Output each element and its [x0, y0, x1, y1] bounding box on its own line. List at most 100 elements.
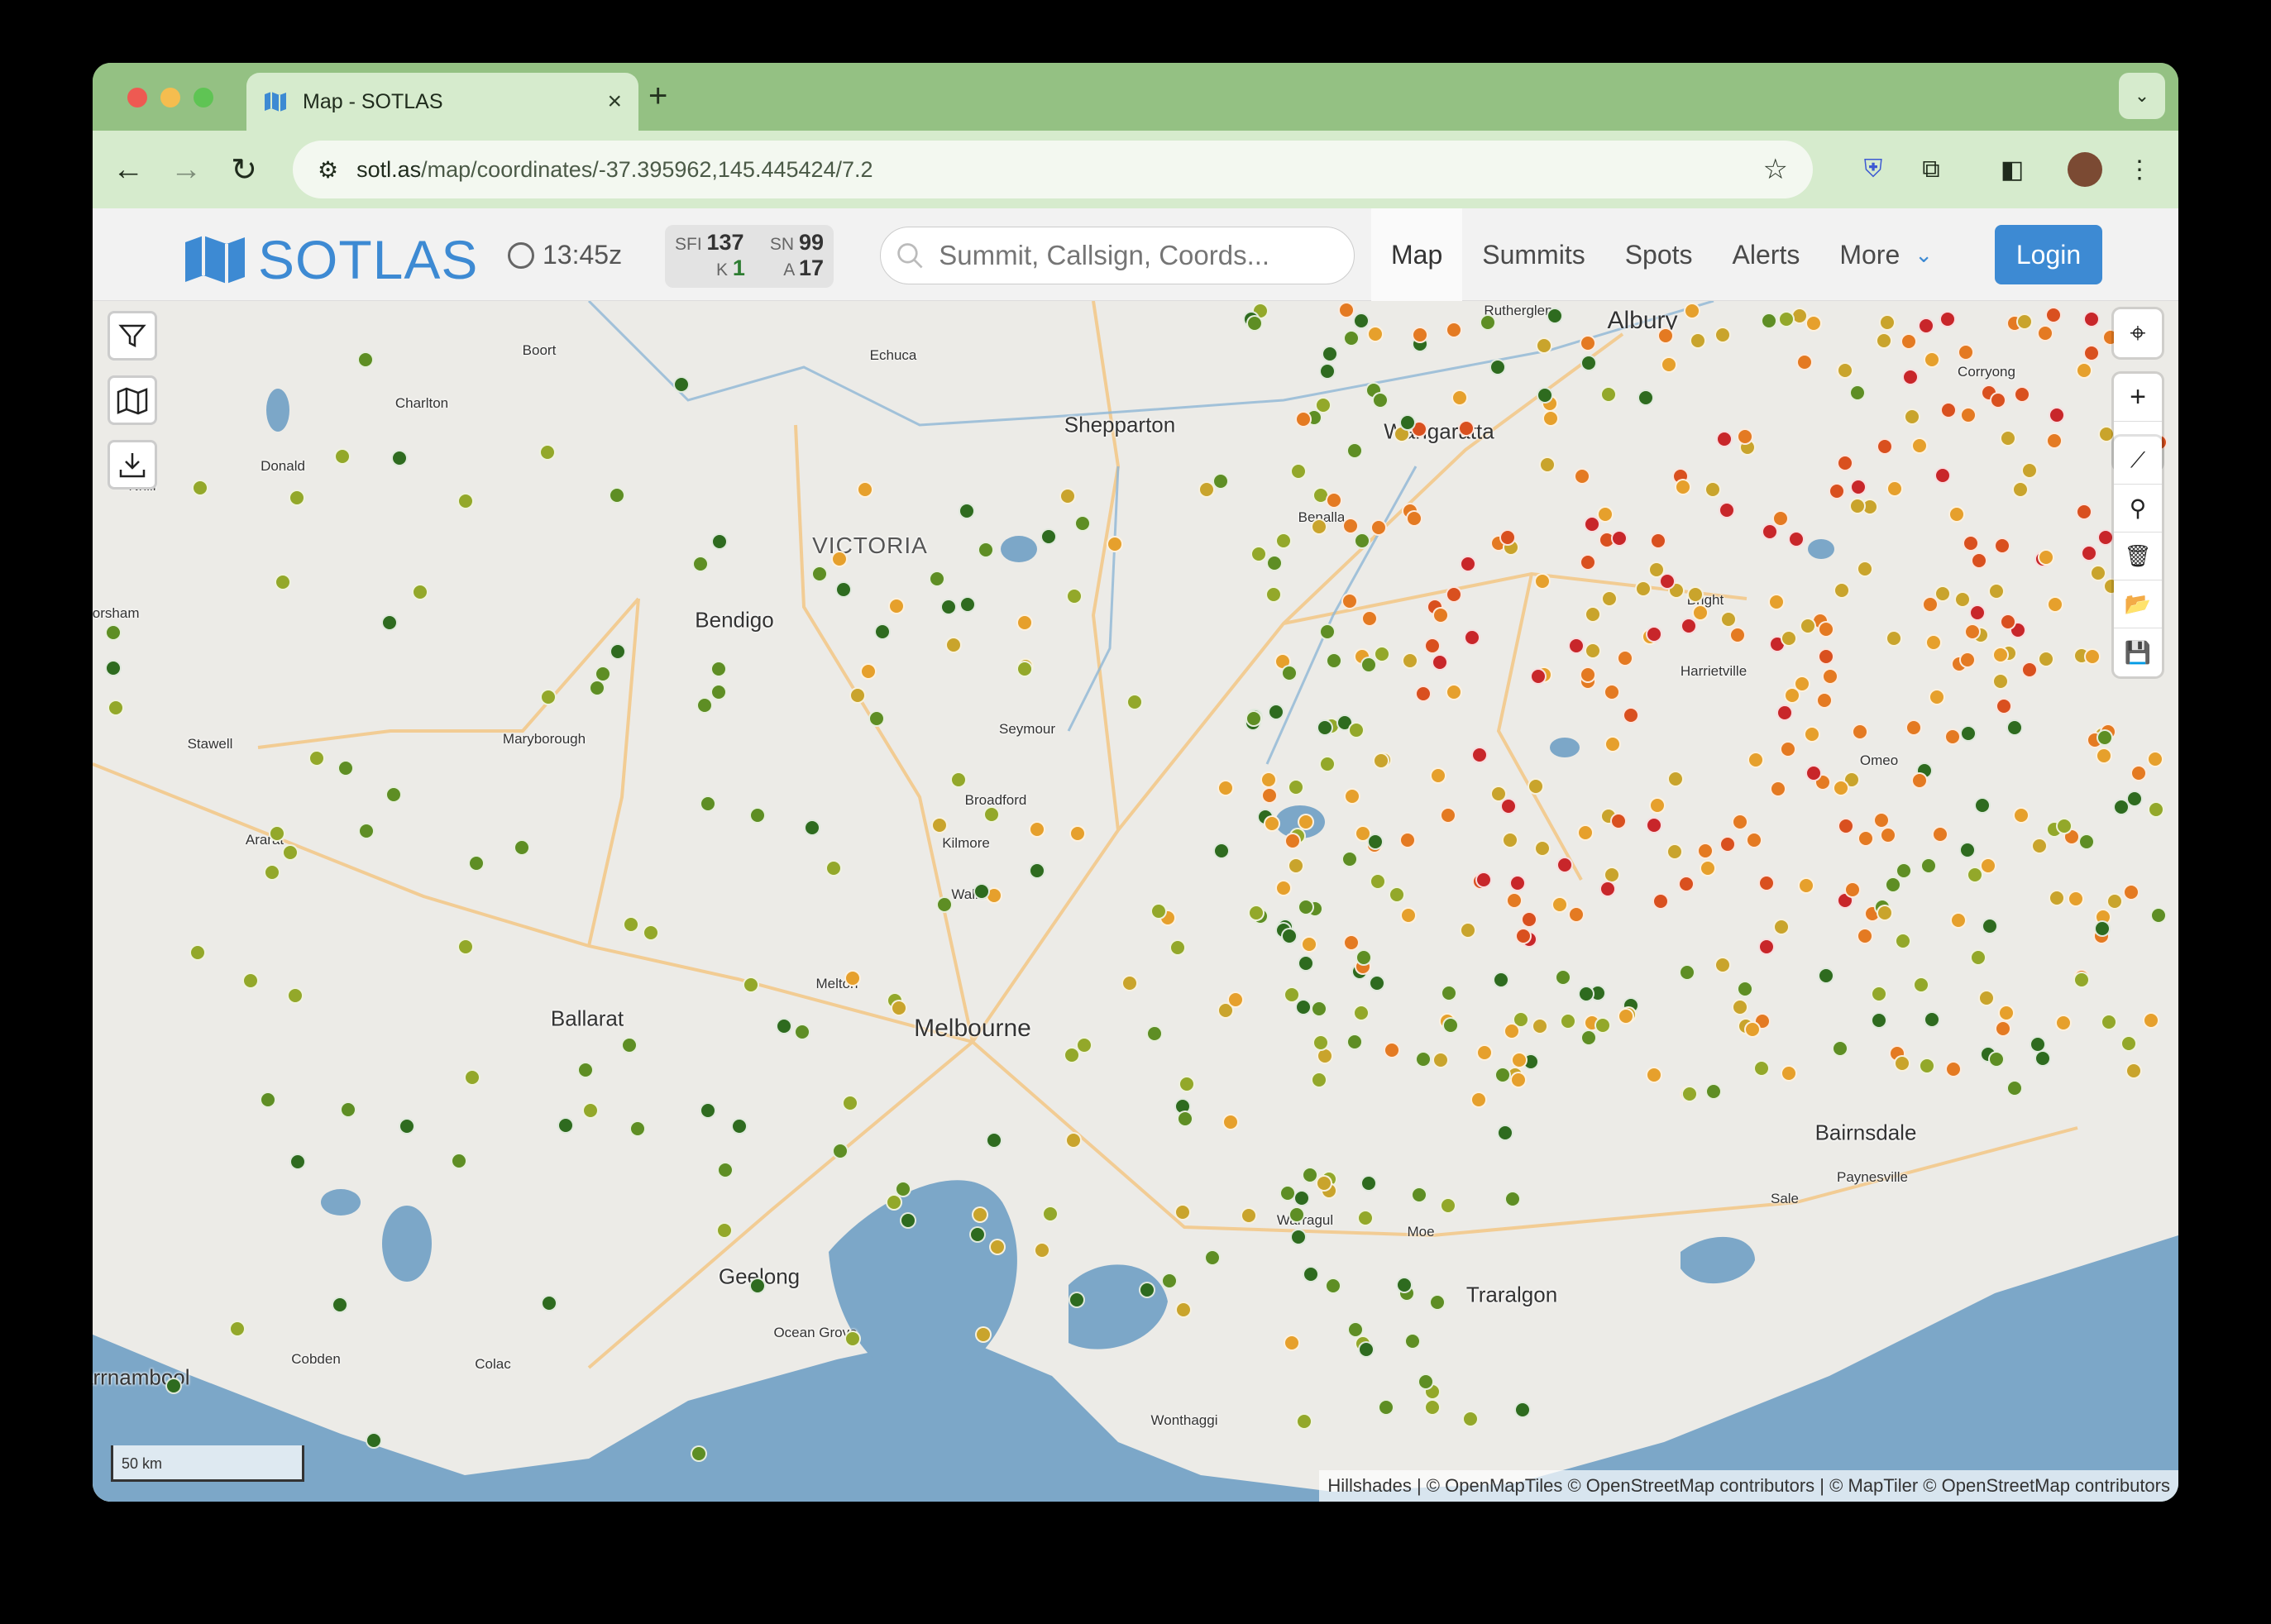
summit-marker[interactable]: [1818, 647, 1835, 665]
summit-marker[interactable]: [1069, 824, 1086, 842]
menu-kebab-icon[interactable]: ⋮: [2119, 149, 2160, 190]
summit-marker[interactable]: [1924, 633, 1942, 651]
summit-marker[interactable]: [1441, 984, 1458, 1001]
summit-marker[interactable]: [1504, 1190, 1521, 1207]
summit-marker[interactable]: [1298, 898, 1314, 915]
summit-marker[interactable]: [1441, 1016, 1459, 1034]
summit-marker[interactable]: [1981, 918, 1998, 935]
summit-marker[interactable]: [1178, 1076, 1195, 1093]
summit-marker[interactable]: [1924, 351, 1941, 369]
summit-marker[interactable]: [749, 1277, 767, 1294]
summit-marker[interactable]: [2075, 361, 2092, 379]
summit-marker[interactable]: [380, 614, 398, 632]
summit-marker[interactable]: [1704, 480, 1722, 498]
summit-marker[interactable]: [810, 566, 828, 583]
summit-marker[interactable]: [1415, 685, 1432, 702]
summit-marker[interactable]: [286, 986, 304, 1004]
summit-marker[interactable]: [1829, 482, 1846, 499]
summit-marker[interactable]: [1222, 1114, 1239, 1131]
summit-marker[interactable]: [1849, 497, 1867, 514]
summit-marker[interactable]: [2076, 503, 2093, 520]
summit-marker[interactable]: [1059, 487, 1076, 504]
summit-marker[interactable]: [1312, 1034, 1329, 1051]
summit-marker[interactable]: [1963, 623, 1981, 641]
summit-marker[interactable]: [1647, 561, 1665, 578]
summit-marker[interactable]: [1969, 604, 1987, 621]
download-button[interactable]: [108, 440, 157, 490]
summit-marker[interactable]: [1310, 518, 1327, 536]
summit-marker[interactable]: [1370, 519, 1387, 537]
summit-marker[interactable]: [2006, 719, 2023, 737]
summit-marker[interactable]: [357, 351, 375, 368]
summit-marker[interactable]: [1388, 886, 1405, 903]
summit-marker[interactable]: [803, 819, 820, 836]
summit-marker[interactable]: [288, 490, 305, 507]
tab-search-chevron-icon[interactable]: ⌄: [2119, 73, 2165, 119]
summit-marker[interactable]: [978, 541, 995, 558]
summit-marker[interactable]: [1584, 642, 1601, 660]
summit-marker[interactable]: [691, 555, 709, 572]
summit-marker[interactable]: [1987, 1050, 2005, 1068]
summit-marker[interactable]: [830, 551, 848, 568]
summit-marker[interactable]: [1016, 614, 1033, 631]
summit-marker[interactable]: [930, 816, 948, 833]
summit-marker[interactable]: [2021, 461, 2039, 479]
summit-marker[interactable]: [1440, 1197, 1457, 1214]
minimize-window-button[interactable]: [160, 88, 180, 107]
summit-marker[interactable]: [1533, 839, 1551, 857]
summit-marker[interactable]: [268, 825, 285, 843]
summit-marker[interactable]: [935, 896, 953, 913]
summit-marker[interactable]: [1475, 1044, 1493, 1061]
summit-marker[interactable]: [1396, 1276, 1413, 1293]
summit-marker[interactable]: [2083, 310, 2101, 327]
summit-marker[interactable]: [1439, 807, 1456, 824]
summit-marker[interactable]: [1274, 532, 1292, 549]
summit-marker[interactable]: [1064, 1132, 1082, 1149]
summit-marker[interactable]: [1325, 491, 1342, 509]
summit-marker[interactable]: [1949, 912, 1967, 929]
summit-marker[interactable]: [700, 1101, 717, 1119]
summit-marker[interactable]: [887, 597, 905, 614]
summit-marker[interactable]: [1315, 1174, 1332, 1192]
summit-marker[interactable]: [1240, 1206, 1257, 1224]
summit-marker[interactable]: [1355, 949, 1372, 967]
summit-marker[interactable]: [1579, 335, 1596, 352]
summit-marker[interactable]: [1594, 1016, 1611, 1034]
summit-marker[interactable]: [104, 659, 122, 676]
summit-marker[interactable]: [890, 999, 907, 1016]
geolocate-crosshair-icon[interactable]: ⌖: [2114, 309, 2162, 357]
summit-marker[interactable]: [2096, 528, 2114, 546]
summit-marker[interactable]: [1645, 1066, 1662, 1083]
summit-marker[interactable]: [165, 1377, 182, 1394]
summit-marker[interactable]: [696, 696, 714, 714]
summit-marker[interactable]: [1638, 389, 1654, 406]
summit-marker[interactable]: [1169, 939, 1186, 956]
summit-marker[interactable]: [986, 1131, 1003, 1149]
summit-marker[interactable]: [1680, 618, 1697, 635]
maximize-window-button[interactable]: [194, 88, 213, 107]
nav-summits[interactable]: Summits: [1462, 208, 1604, 301]
summit-marker[interactable]: [1514, 1401, 1532, 1418]
summit-marker[interactable]: [969, 1225, 987, 1243]
summit-marker[interactable]: [582, 1101, 600, 1119]
summit-marker[interactable]: [1684, 302, 1701, 319]
map-style-button[interactable]: [108, 375, 157, 425]
new-tab-button[interactable]: +: [648, 78, 667, 115]
summit-marker[interactable]: [1875, 332, 1892, 349]
extensions-puzzle-icon[interactable]: ⧉: [1910, 149, 1952, 190]
summit-marker[interactable]: [1401, 652, 1418, 670]
summit-marker[interactable]: [398, 1117, 415, 1134]
summit-marker[interactable]: [971, 1206, 988, 1223]
summit-marker[interactable]: [1318, 362, 1336, 380]
summit-marker[interactable]: [1341, 517, 1359, 534]
summit-marker[interactable]: [1324, 1277, 1341, 1294]
summit-marker[interactable]: [1962, 535, 1979, 552]
reload-icon[interactable]: ↻: [223, 149, 265, 190]
summit-marker[interactable]: [2055, 817, 2073, 834]
summit-marker[interactable]: [1576, 824, 1594, 842]
sotlas-logo[interactable]: SOTLAS: [184, 228, 478, 291]
summit-marker[interactable]: [1245, 709, 1262, 727]
summit-marker[interactable]: [1342, 934, 1360, 951]
summit-marker[interactable]: [1714, 327, 1731, 344]
summit-marker[interactable]: [1176, 1111, 1193, 1128]
